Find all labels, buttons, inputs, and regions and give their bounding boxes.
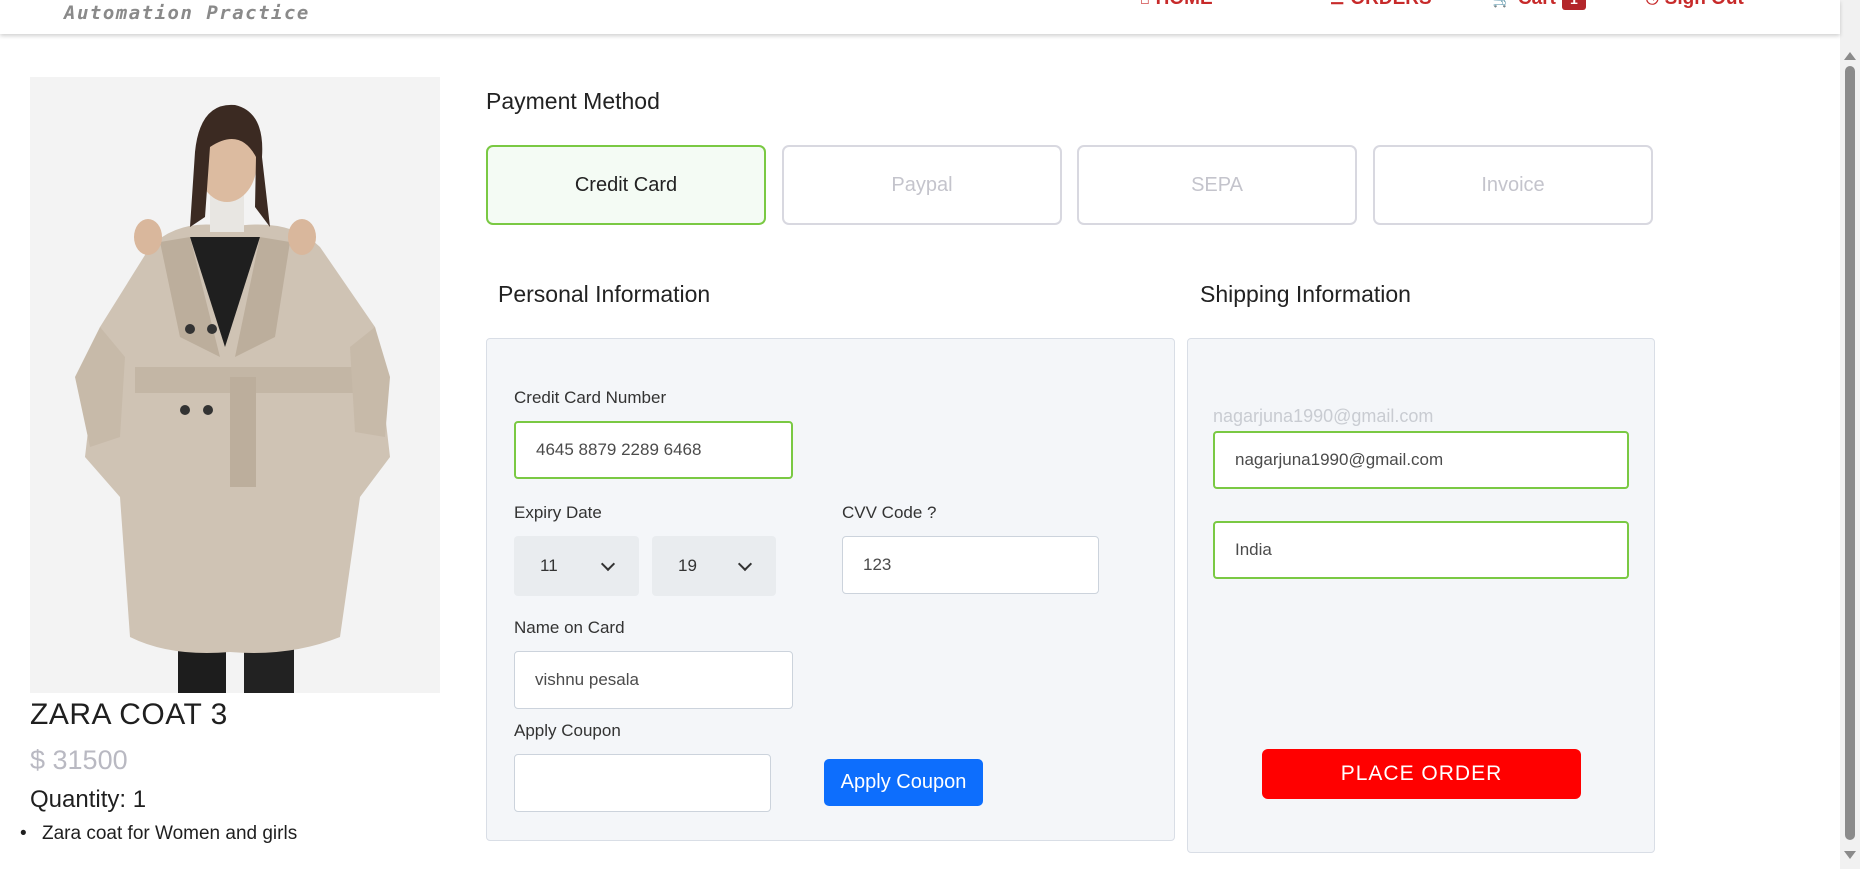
coupon-input[interactable] [514, 754, 771, 812]
nav-cart-link[interactable]: 🛒 Cart 1 [1492, 0, 1586, 10]
chevron-down-icon [737, 556, 753, 571]
orders-icon: ☰ [1330, 0, 1344, 9]
coat-model-illustration [30, 77, 440, 693]
nav-sign-out-link[interactable]: ⎋ Sign Out [1646, 0, 1744, 10]
nav-orders-link[interactable]: ☰ ORDERS [1330, 0, 1432, 10]
shipping-email-input[interactable]: nagarjuna1990@gmail.com [1213, 431, 1629, 489]
card-number-input[interactable]: 4645 8879 2289 6468 [514, 421, 793, 479]
name-on-card-input[interactable]: vishnu pesala [514, 651, 793, 709]
sign-out-icon: ⎋ [1646, 0, 1659, 9]
expiry-month-value: 11 [540, 556, 558, 575]
page-scrollbar[interactable] [1840, 0, 1860, 869]
cvv-code-label: CVV Code ? [842, 503, 937, 522]
product-description-item: • Zara coat for Women and girls [20, 823, 297, 845]
brand-subtitle: Automation Practice [64, 2, 310, 24]
apply-coupon-button[interactable]: Apply Coupon [824, 759, 983, 806]
product-price: $ 31500 [30, 745, 128, 775]
nav-cart-label: Cart [1518, 0, 1556, 9]
bullet-icon: • [20, 823, 27, 844]
nav-orders-label: ORDERS [1350, 0, 1431, 9]
shipping-information-title: Shipping Information [1200, 281, 1411, 307]
apply-coupon-label: Apply Coupon [514, 721, 621, 740]
cvv-input[interactable]: 123 [842, 536, 1099, 594]
scroll-up-arrow-icon[interactable] [1844, 52, 1856, 60]
tab-paypal[interactable]: Paypal [782, 145, 1062, 225]
expiry-month-select[interactable]: 11 [514, 536, 639, 596]
cart-count-badge: 1 [1561, 0, 1586, 10]
tab-sepa[interactable]: SEPA [1077, 145, 1357, 225]
chevron-down-icon [600, 556, 616, 571]
name-on-card-label: Name on Card [514, 618, 625, 637]
shipping-country-input[interactable]: India [1213, 521, 1629, 579]
product-title: ZARA COAT 3 [30, 698, 228, 731]
personal-information-title: Personal Information [498, 281, 711, 307]
product-description: Zara coat for Women and girls [42, 823, 298, 844]
product-image [30, 77, 440, 693]
scrollbar-thumb[interactable] [1845, 66, 1855, 840]
cart-icon: 🛒 [1492, 0, 1512, 9]
payment-method-title: Payment Method [486, 88, 660, 114]
expiry-year-select[interactable]: 19 [652, 536, 776, 596]
card-number-label: Credit Card Number [514, 388, 667, 407]
tab-invoice[interactable]: Invoice [1373, 145, 1653, 225]
expiry-date-label: Expiry Date [514, 503, 602, 522]
user-email-label: nagarjuna1990@gmail.com [1213, 406, 1434, 426]
nav-sign-out-label: Sign Out [1665, 0, 1744, 9]
expiry-year-value: 19 [678, 556, 697, 575]
nav-home-link[interactable]: ⌂ HOME [1140, 0, 1213, 10]
top-navbar: Automation Practice ⌂ HOME ☰ ORDERS 🛒 Cart 1… [0, 0, 1840, 34]
scroll-down-arrow-icon[interactable] [1844, 851, 1856, 859]
place-order-button[interactable]: PLACE ORDER [1262, 749, 1581, 799]
home-icon: ⌂ [1140, 0, 1150, 9]
product-quantity: Quantity: 1 [30, 786, 147, 813]
tab-credit-card[interactable]: Credit Card [486, 145, 766, 225]
nav-home-label: HOME [1156, 0, 1213, 9]
